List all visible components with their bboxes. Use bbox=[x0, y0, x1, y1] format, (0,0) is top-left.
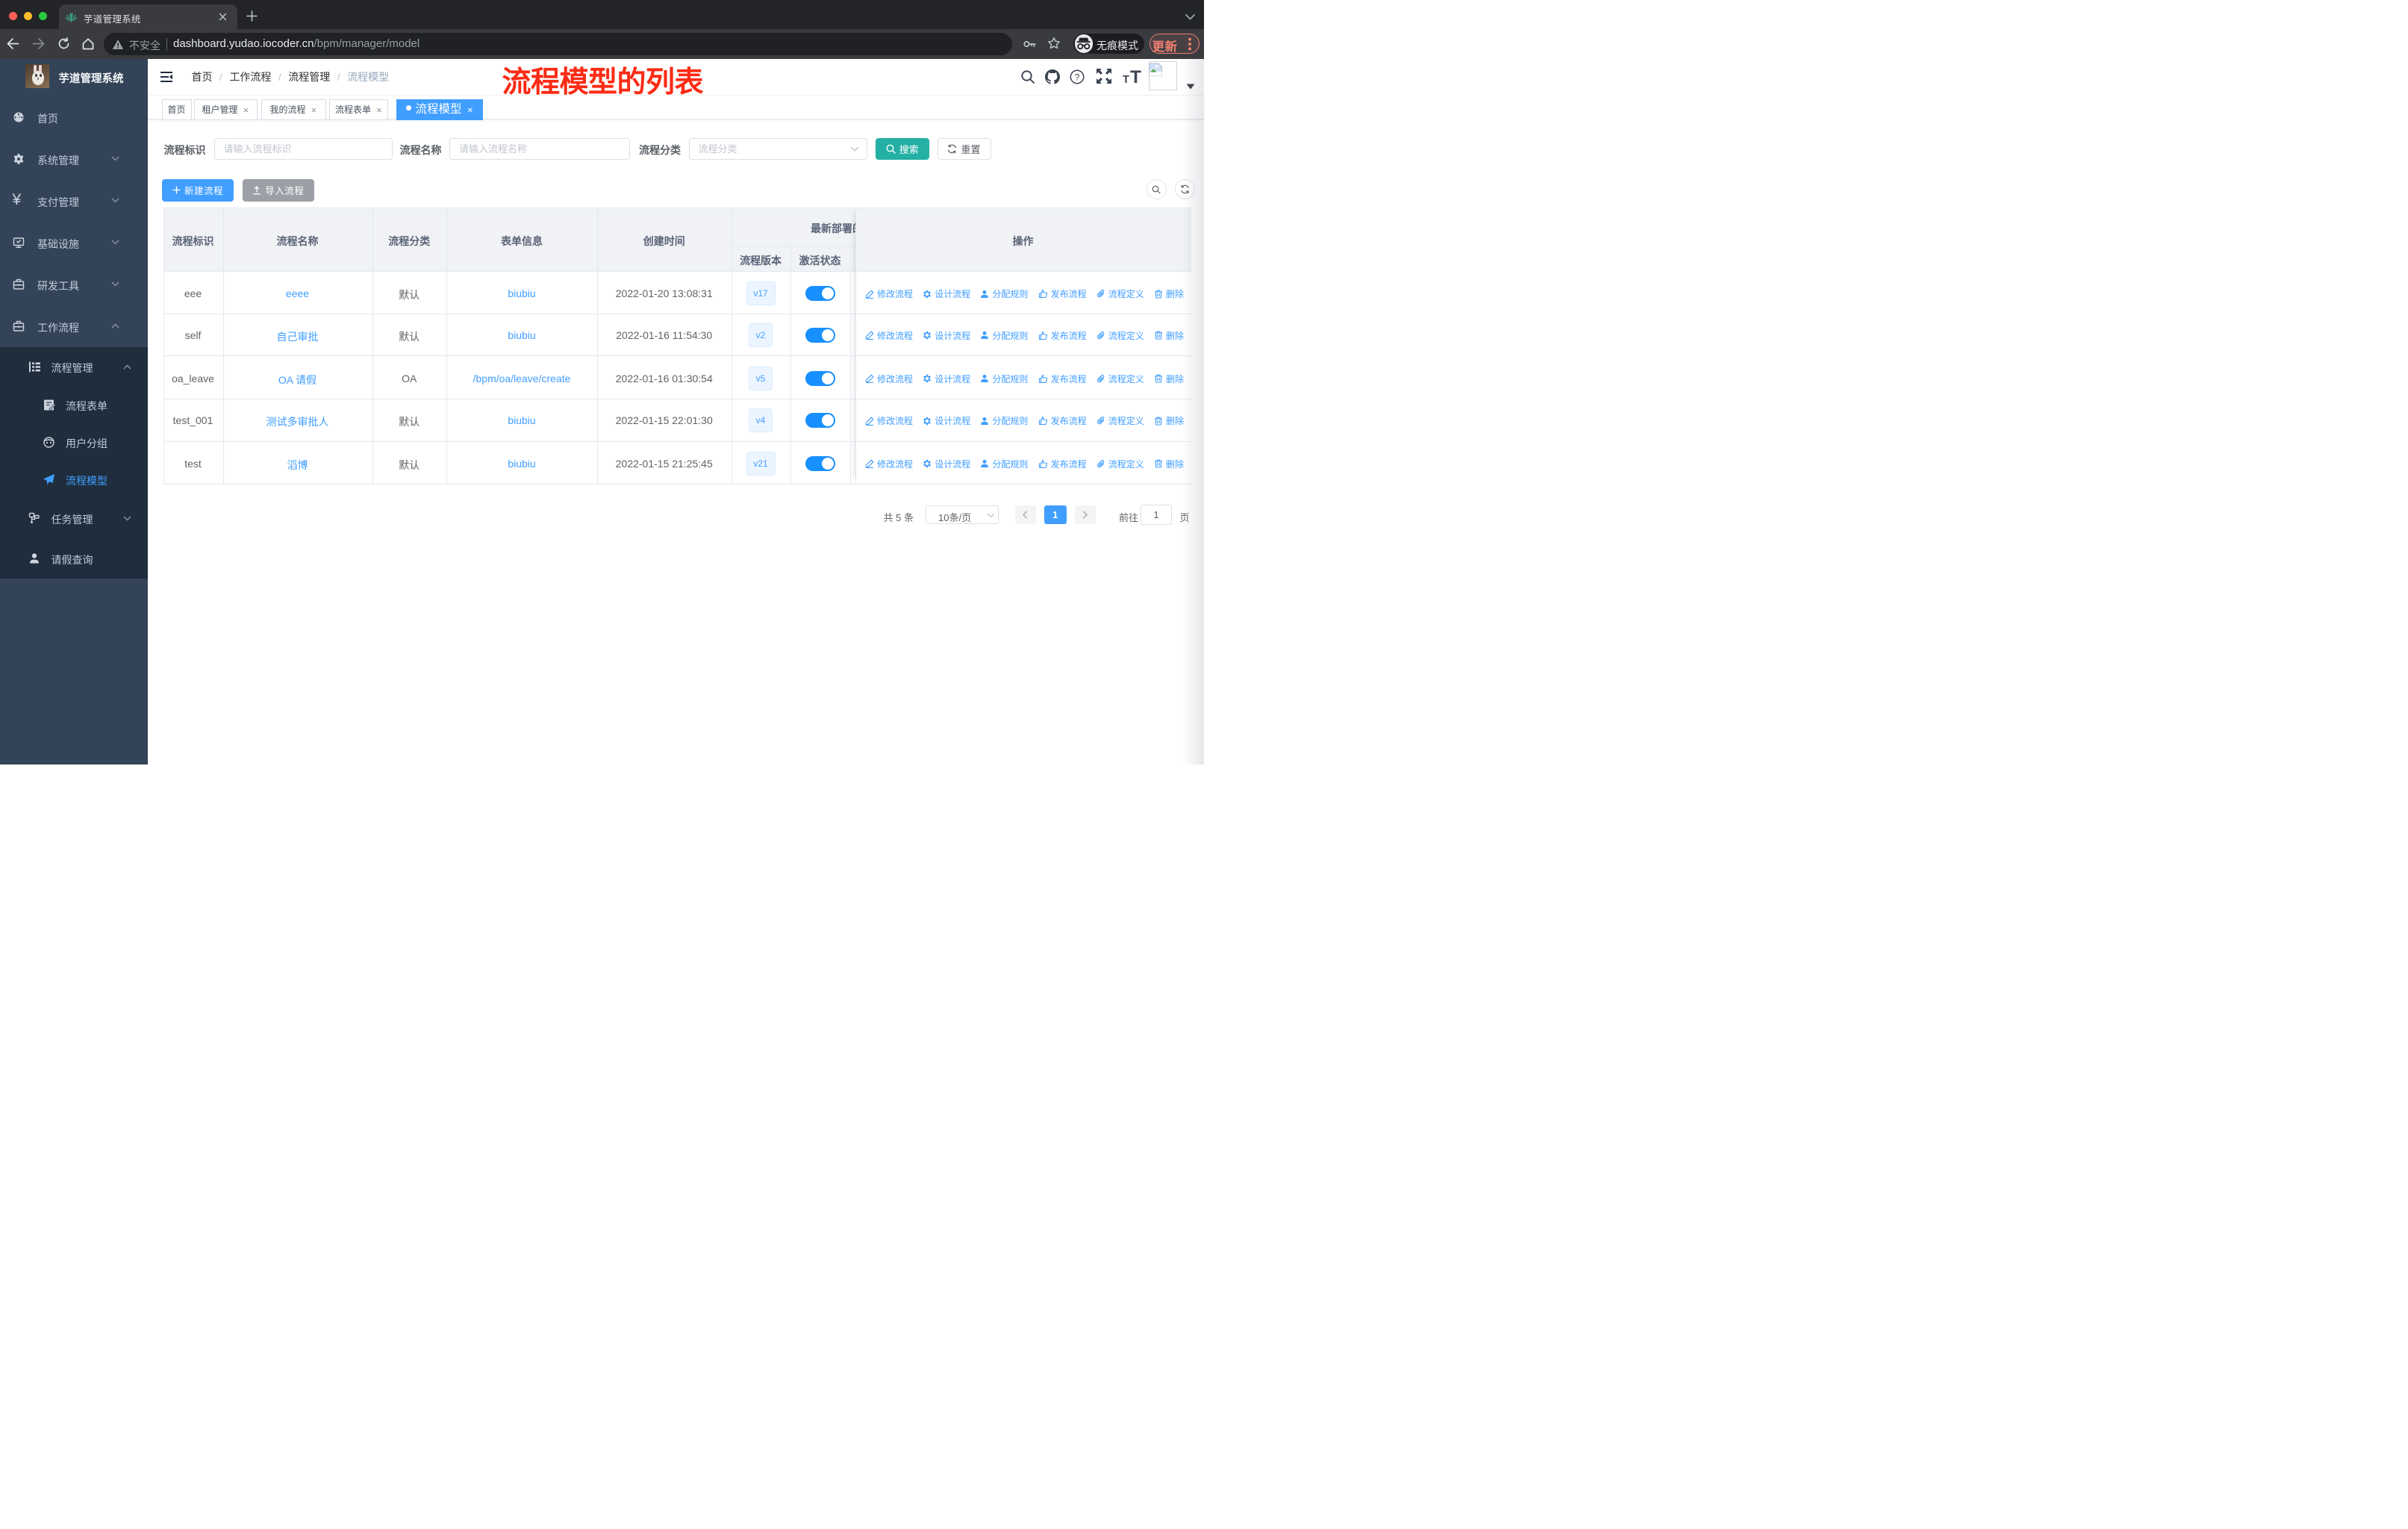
svg-text:T: T bbox=[1130, 69, 1141, 84]
svg-text:?: ? bbox=[1075, 72, 1080, 82]
svg-text:T: T bbox=[1123, 74, 1129, 84]
